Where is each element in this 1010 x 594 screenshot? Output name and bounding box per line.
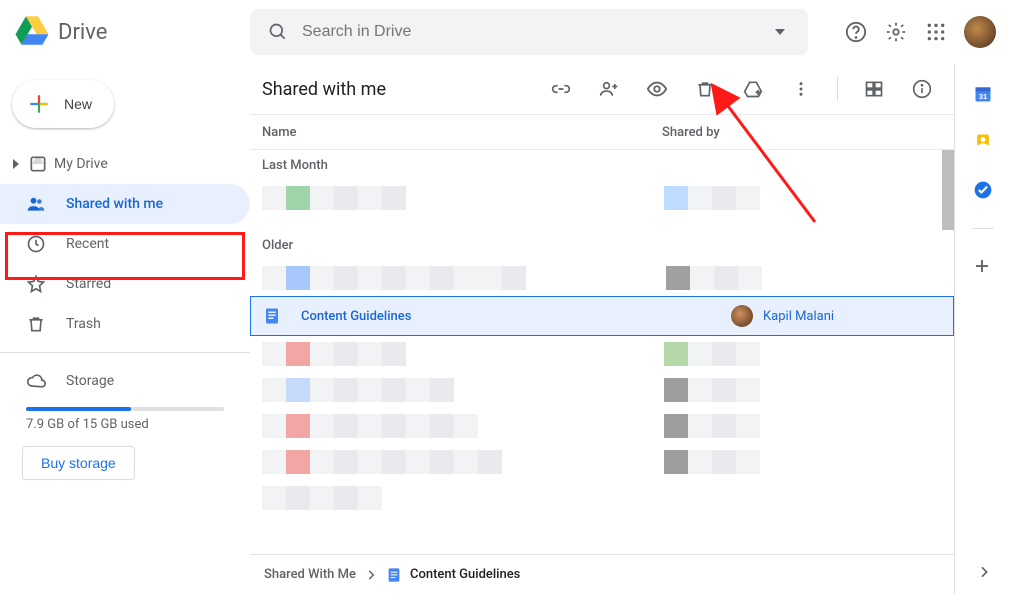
sidebar-item-shared-with-me[interactable]: Shared with me (0, 184, 250, 224)
file-list[interactable]: Last Month Older Content Guidelines Kapi… (250, 150, 954, 554)
side-panel-toggle-icon[interactable] (976, 564, 992, 580)
blurred-file-row[interactable] (250, 336, 954, 372)
side-panel-divider (972, 228, 994, 229)
blurred-file-row[interactable] (250, 372, 954, 408)
shared-with-me-icon (26, 194, 46, 214)
breadcrumb: Shared With Me Content Guidelines (250, 554, 954, 594)
section-header-older: Older (250, 230, 954, 260)
recent-clock-icon (26, 234, 46, 254)
logo-area[interactable]: Drive (14, 14, 242, 50)
sidebar-item-label: Recent (66, 236, 109, 252)
sidebar-item-storage[interactable]: Storage (0, 361, 250, 401)
keep-app-icon[interactable] (973, 132, 993, 152)
my-drive-icon (28, 154, 48, 174)
cloud-icon (26, 371, 46, 391)
share-person-add-icon[interactable] (597, 77, 621, 101)
sidebar-item-label: Shared with me (66, 196, 163, 212)
sharer-name: Kapil Malani (763, 309, 834, 324)
breadcrumb-root[interactable]: Shared With Me (264, 567, 356, 582)
column-name-header[interactable]: Name (262, 125, 662, 140)
sidebar-divider (0, 352, 250, 353)
help-icon[interactable] (844, 20, 868, 44)
blurred-file-row[interactable] (250, 180, 954, 216)
svg-text:31: 31 (978, 92, 986, 101)
file-row-selected[interactable]: Content Guidelines Kapil Malani (250, 296, 954, 336)
more-actions-icon[interactable] (789, 77, 813, 101)
section-header-last-month: Last Month (250, 150, 954, 180)
account-avatar[interactable] (964, 16, 996, 48)
side-panel: 31 (955, 64, 1010, 594)
drive-logo-icon (14, 14, 50, 50)
file-action-toolbar (549, 77, 934, 101)
header-actions (816, 16, 996, 48)
star-icon (26, 274, 46, 294)
toolbar-separator (837, 77, 838, 101)
page-title: Shared with me (262, 79, 549, 100)
column-shared-by-header[interactable]: Shared by (662, 125, 720, 140)
google-docs-icon (386, 567, 402, 583)
blurred-file-row[interactable] (250, 260, 954, 296)
blurred-file-row[interactable] (250, 444, 954, 480)
sharer-avatar (731, 305, 753, 327)
expand-caret-icon[interactable] (10, 158, 22, 170)
google-docs-icon (263, 307, 283, 325)
calendar-app-icon[interactable]: 31 (973, 84, 993, 104)
get-link-icon[interactable] (549, 77, 573, 101)
view-layout-grid-icon[interactable] (862, 77, 886, 101)
new-button-label: New (64, 96, 92, 112)
add-to-drive-icon[interactable] (741, 77, 765, 101)
shared-by-cell: Kapil Malani (731, 305, 941, 327)
file-name: Content Guidelines (301, 309, 731, 324)
search-icon (266, 20, 290, 44)
apps-grid-icon[interactable] (924, 20, 948, 44)
app-name: Drive (58, 20, 107, 45)
sidebar-item-my-drive[interactable]: My Drive (0, 144, 250, 184)
buy-storage-button[interactable]: Buy storage (22, 446, 135, 480)
blurred-file-row[interactable] (250, 480, 954, 516)
settings-gear-icon[interactable] (884, 20, 908, 44)
chevron-right-icon (364, 568, 378, 582)
blurred-file-row[interactable] (250, 408, 954, 444)
plus-icon (26, 91, 52, 117)
storage-progress-bar (26, 407, 224, 411)
sidebar-item-label: Trash (66, 316, 101, 332)
trash-icon (26, 314, 46, 334)
column-headers: Name Shared by (250, 114, 954, 150)
get-addons-plus-icon[interactable] (973, 257, 993, 277)
sidebar-item-trash[interactable]: Trash (0, 304, 250, 344)
search-input[interactable] (302, 23, 756, 41)
preview-eye-icon[interactable] (645, 77, 669, 101)
search-bar[interactable] (250, 9, 808, 55)
new-button[interactable]: New (12, 80, 114, 128)
sidebar-item-label: Storage (66, 373, 114, 389)
breadcrumb-current[interactable]: Content Guidelines (410, 567, 520, 582)
app-header: Drive (0, 0, 1010, 64)
storage-used-text: 7.9 GB of 15 GB used (26, 417, 224, 432)
main-area: Shared with me Name Shared by Last Month… (250, 64, 955, 594)
sidebar-item-label: My Drive (54, 156, 108, 172)
remove-trash-icon[interactable] (693, 77, 717, 101)
search-options-dropdown-icon[interactable] (768, 20, 792, 44)
view-details-info-icon[interactable] (910, 77, 934, 101)
sidebar-item-starred[interactable]: Starred (0, 264, 250, 304)
sidebar-item-recent[interactable]: Recent (0, 224, 250, 264)
tasks-app-icon[interactable] (973, 180, 993, 200)
scrollbar-thumb[interactable] (942, 150, 954, 230)
sidebar: New My Drive Shared with me Recent Starr… (0, 64, 250, 594)
view-header: Shared with me (250, 64, 954, 114)
sidebar-item-label: Starred (66, 276, 111, 292)
